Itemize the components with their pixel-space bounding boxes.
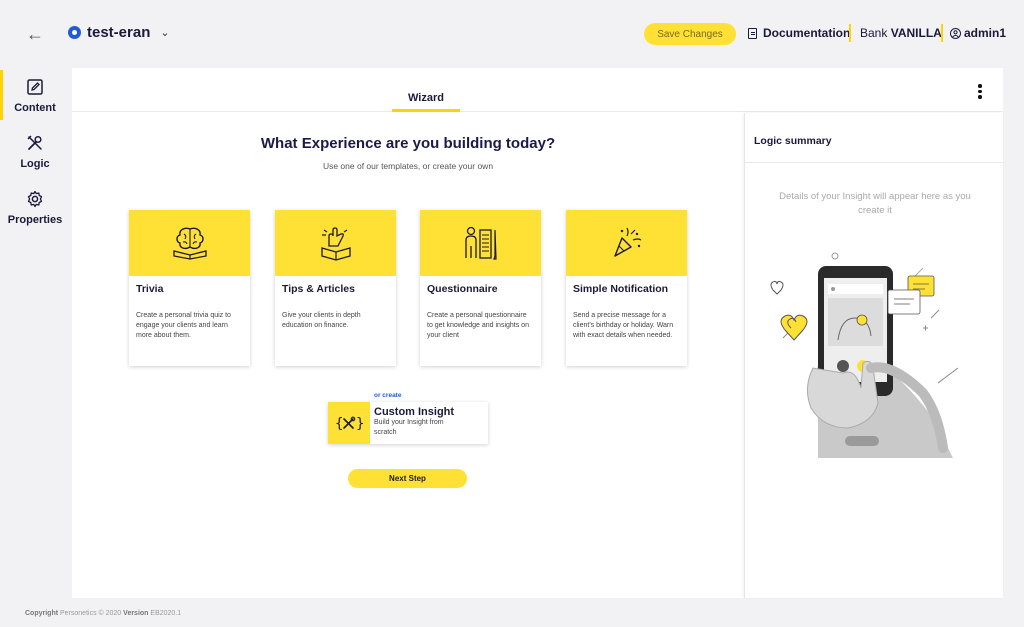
main-panel: Wizard What Experience are you building … [72, 68, 1004, 598]
footer-copyright: Copyright Personetics © 2020 Version EB2… [25, 610, 181, 617]
card-description: Create a personal questionnaire to get k… [427, 312, 529, 340]
custom-insight-title: Custom Insight [374, 406, 455, 418]
tab-bar: Wizard [72, 68, 1003, 112]
project-selector[interactable]: test-eran ⌄ [68, 24, 170, 41]
nav-label: Content [14, 102, 56, 114]
party-popper-icon [613, 227, 641, 257]
top-header: ← test-eran ⌄ Save Changes Documentation… [0, 0, 1024, 66]
header-divider [849, 24, 851, 42]
logic-summary-panel: Logic summary Details of your Insight wi… [744, 113, 1004, 598]
card-header [275, 210, 396, 276]
card-description: Give your clients in depth education on … [282, 312, 361, 330]
footer-version: EB2020.1 [148, 610, 182, 617]
project-name: test-eran [87, 24, 151, 41]
summary-divider [745, 162, 1004, 163]
back-arrow-icon[interactable]: ← [26, 24, 44, 45]
project-status-icon [68, 26, 81, 39]
footer-company: Personetics © 2020 [58, 610, 124, 617]
wizard-content: What Experience are you building today? … [72, 113, 744, 598]
left-navigation: Content Logic Properties [0, 66, 70, 606]
nav-label: Properties [7, 214, 63, 226]
brain-book-icon [172, 227, 207, 260]
next-step-button[interactable]: Next Step [348, 469, 467, 488]
more-options-icon[interactable] [977, 84, 983, 99]
tab-wizard[interactable]: Wizard [392, 92, 460, 112]
nav-item-properties[interactable]: Properties [0, 180, 70, 232]
card-header [566, 210, 687, 276]
or-create-label: or create [374, 392, 402, 399]
template-card-questionnaire[interactable]: Questionnaire Create a personal question… [420, 210, 541, 366]
template-card-trivia[interactable]: Trivia Create a personal trivia quiz to … [129, 210, 250, 366]
nav-label: Logic [20, 158, 50, 170]
card-title: Trivia [136, 283, 164, 295]
svg-text:{: { [335, 416, 343, 432]
card-header [420, 210, 541, 276]
documentation-link[interactable]: Documentation [748, 26, 850, 40]
custom-insight-icon-box: { } [328, 402, 370, 444]
svg-text:}: } [356, 416, 363, 432]
user-icon [950, 27, 961, 39]
documentation-label: Documentation [763, 26, 851, 40]
footer-copyright-label: Copyright [25, 610, 59, 617]
phone-hand-illustration [770, 252, 959, 458]
custom-insight-card[interactable]: { } Custom Insight Build your Insight fr… [328, 402, 488, 444]
bank-name: VANILLA [890, 26, 942, 40]
card-description: Create a personal trivia quiz to engage … [136, 312, 231, 340]
person-checklist-icon [464, 226, 497, 260]
card-description: Send a precise message for a client's bi… [573, 312, 674, 340]
card-title: Tips & Articles [282, 283, 355, 295]
bank-prefix: Bank [860, 26, 888, 40]
chevron-down-icon: ⌄ [160, 27, 170, 39]
logic-summary-title: Logic summary [754, 135, 832, 147]
logic-summary-message: Details of your Insight will appear here… [779, 191, 971, 216]
card-title: Questionnaire [427, 283, 498, 295]
user-menu[interactable]: admin1 [950, 26, 1006, 40]
user-name: admin1 [964, 26, 1007, 40]
card-title: Simple Notification [573, 283, 669, 295]
custom-insight-description: Build your Insight from scratch [374, 419, 444, 436]
document-icon [748, 27, 757, 39]
tools-icon: { } [335, 416, 363, 432]
card-header [129, 210, 250, 276]
page-subtitle: Use one of our templates, or create your… [322, 161, 494, 171]
page-title: What Experience are you building today? [260, 135, 556, 152]
header-divider [941, 24, 943, 42]
gear-icon [27, 190, 43, 208]
edit-icon [27, 79, 43, 95]
bank-selector[interactable]: Bank VANILLA [860, 26, 942, 40]
save-changes-button[interactable]: Save Changes [644, 23, 736, 45]
nav-item-logic[interactable]: Logic [0, 124, 70, 176]
nav-item-content[interactable]: Content [0, 68, 70, 120]
footer-version-label: Version [123, 610, 149, 617]
template-card-tips-articles[interactable]: Tips & Articles Give your clients in dep… [275, 210, 396, 366]
hand-book-icon [320, 227, 351, 261]
tools-icon [27, 135, 42, 150]
template-card-simple-notification[interactable]: Simple Notification Send a precise messa… [566, 210, 687, 366]
